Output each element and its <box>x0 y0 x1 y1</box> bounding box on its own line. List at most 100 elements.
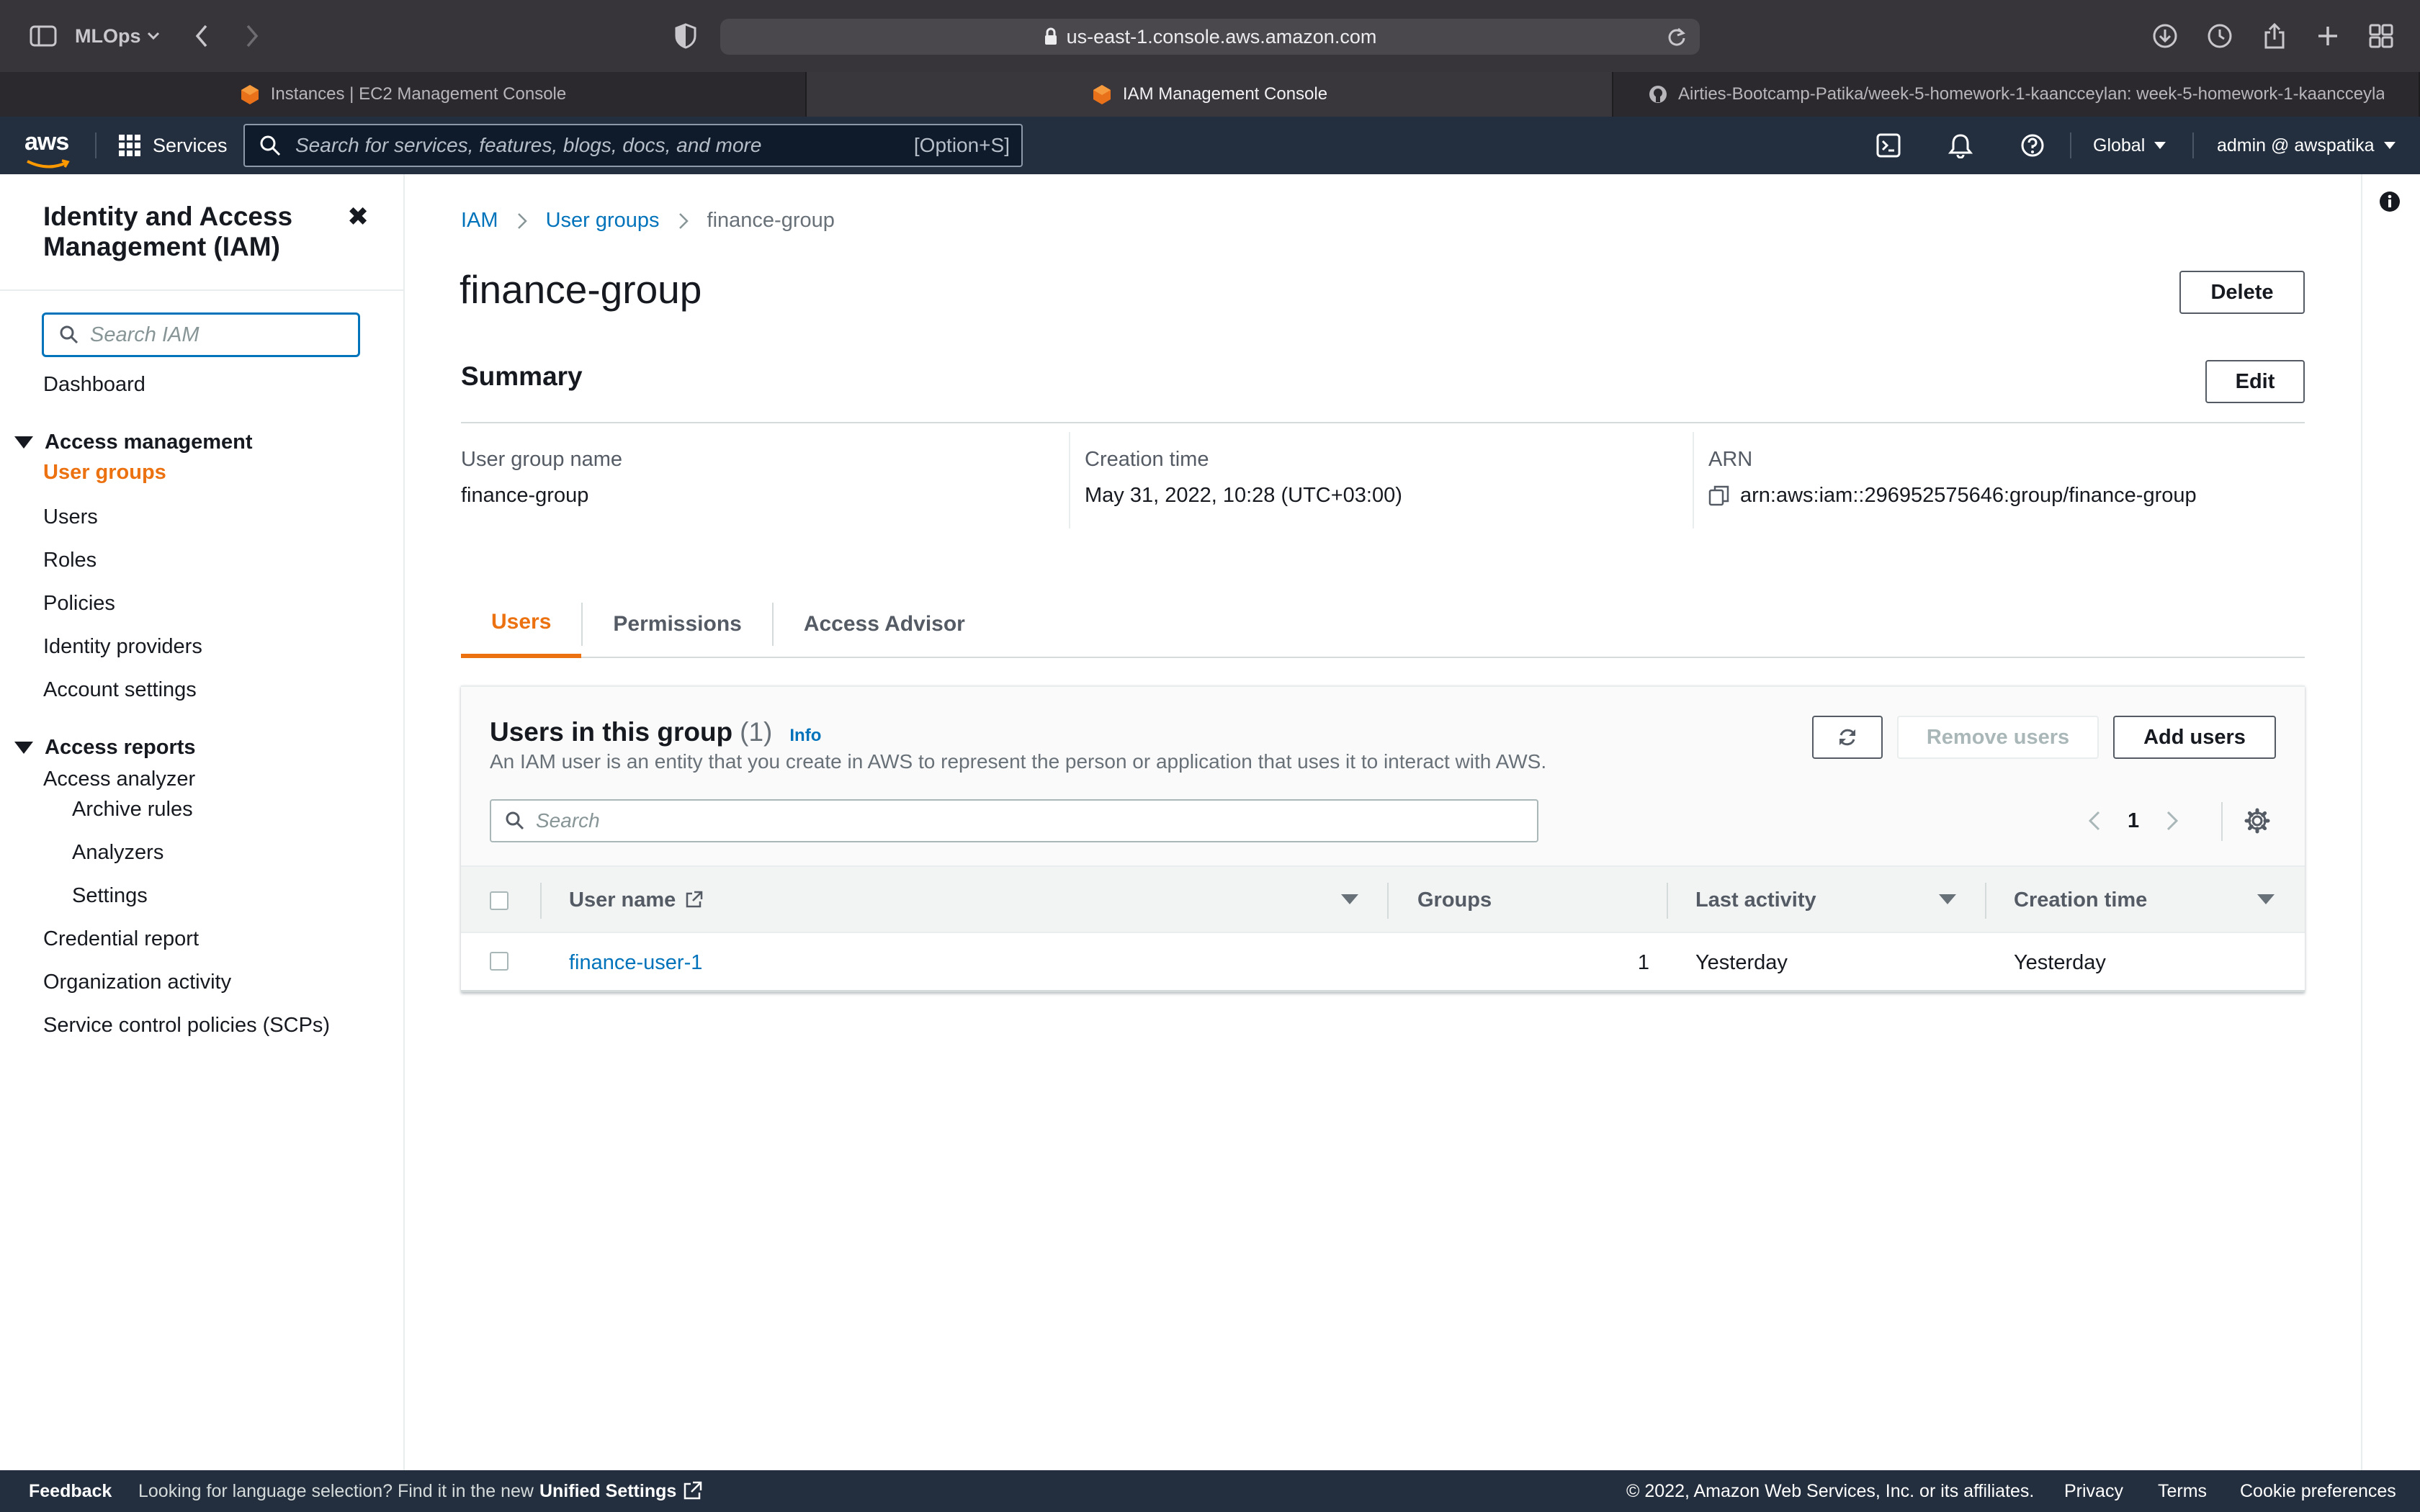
services-menu[interactable]: Services <box>118 117 228 174</box>
sidebar-search[interactable] <box>42 312 360 357</box>
unified-settings-link[interactable]: Unified Settings <box>539 1481 676 1502</box>
global-search[interactable]: [Option+S] <box>243 124 1023 167</box>
sidebar-item-access-analyzer[interactable]: Access analyzer <box>43 768 195 791</box>
sidebar-item-identity-providers[interactable]: Identity providers <box>43 635 202 659</box>
settings-gear-icon[interactable] <box>2244 808 2270 834</box>
arn-label: ARN <box>1708 448 1753 471</box>
tab-overview-icon[interactable] <box>2365 20 2397 52</box>
sidebar-section-access-management[interactable]: Access management <box>14 431 253 454</box>
page-number[interactable]: 1 <box>2128 809 2139 833</box>
sidebar-item-analyzer-settings[interactable]: Settings <box>72 884 148 908</box>
panel-header: Users in this group (1) Info An IAM user… <box>461 687 2305 865</box>
expand-caret-icon <box>14 742 33 754</box>
breadcrumb-user-groups[interactable]: User groups <box>546 209 660 233</box>
sidebar-item-user-groups[interactable]: User groups <box>43 461 166 485</box>
sidebar-section-access-reports[interactable]: Access reports <box>14 736 196 760</box>
table-search[interactable] <box>490 799 1538 842</box>
column-header-creation-time[interactable]: Creation time <box>2014 867 2147 933</box>
url-text: us-east-1.console.aws.amazon.com <box>1066 25 1377 48</box>
region-label: Global <box>2093 135 2146 156</box>
external-link-icon <box>684 891 703 909</box>
pager-divider <box>2221 802 2223 841</box>
reload-icon[interactable] <box>1667 27 1687 47</box>
chevron-down-icon <box>147 32 160 40</box>
column-header-last-activity[interactable]: Last activity <box>1695 867 1816 933</box>
browser-tab-iam[interactable]: IAM Management Console <box>807 72 1613 117</box>
lock-icon <box>1044 27 1058 46</box>
group-name-text: finance-group <box>461 484 589 507</box>
column-label: User name <box>569 888 676 912</box>
creation-time-label: Creation time <box>1085 448 1209 471</box>
sidebar-item-archive-rules[interactable]: Archive rules <box>72 798 193 822</box>
sidebar-item-users[interactable]: Users <box>43 505 98 529</box>
cookie-preferences-link[interactable]: Cookie preferences <box>2240 1470 2396 1512</box>
column-divider <box>1985 883 1986 919</box>
column-header-user-name[interactable]: User name <box>569 867 703 933</box>
refresh-button[interactable] <box>1812 716 1883 759</box>
column-header-groups[interactable]: Groups <box>1417 867 1492 933</box>
sidebar-item-account-settings[interactable]: Account settings <box>43 678 197 702</box>
tab-users[interactable]: Users <box>461 590 582 658</box>
browser-tab-title: IAM Management Console <box>1122 84 1328 104</box>
pagination: 1 <box>2089 799 2179 842</box>
cloudshell-icon[interactable] <box>1873 130 1904 161</box>
browser-tab-strip: Instances | EC2 Management Console IAM M… <box>0 72 2420 117</box>
next-page-icon[interactable] <box>2166 811 2179 831</box>
sidebar-item-dashboard[interactable]: Dashboard <box>43 373 145 397</box>
aws-favicon-icon <box>239 84 261 105</box>
address-bar[interactable]: us-east-1.console.aws.amazon.com <box>720 19 1700 55</box>
search-shortcut: [Option+S] <box>913 134 1010 156</box>
sort-caret-icon[interactable] <box>1341 894 1358 904</box>
sidebar-item-analyzers[interactable]: Analyzers <box>72 841 163 865</box>
forward-icon[interactable] <box>236 20 268 52</box>
region-selector[interactable]: Global <box>2093 117 2166 174</box>
remove-users-button[interactable]: Remove users <box>1897 716 2099 759</box>
help-icon[interactable] <box>2017 130 2048 161</box>
section-label: Access management <box>45 431 253 454</box>
user-link[interactable]: finance-user-1 <box>569 951 702 975</box>
account-menu[interactable]: admin @ awspatika <box>2217 117 2396 174</box>
copy-icon[interactable] <box>1708 485 1730 508</box>
back-icon[interactable] <box>186 20 218 52</box>
browser-tab-ec2[interactable]: Instances | EC2 Management Console <box>0 72 807 117</box>
global-search-input[interactable] <box>294 133 914 158</box>
feedback-link[interactable]: Feedback <box>29 1470 112 1512</box>
select-all-checkbox[interactable] <box>490 891 508 910</box>
add-users-button[interactable]: Add users <box>2113 716 2276 759</box>
share-icon[interactable] <box>2259 20 2290 52</box>
notifications-bell-icon[interactable] <box>1945 130 1976 161</box>
row-checkbox[interactable] <box>490 952 508 971</box>
history-icon[interactable] <box>2204 20 2236 52</box>
close-icon[interactable]: ✖ <box>347 202 369 232</box>
sidebar-item-policies[interactable]: Policies <box>43 592 115 616</box>
table-search-input[interactable] <box>534 809 1471 833</box>
prev-page-icon[interactable] <box>2089 811 2100 831</box>
sidebar-search-input[interactable] <box>89 322 333 348</box>
aws-top-nav: aws Services [Option+S] Global admin @ a… <box>0 117 2420 174</box>
downloads-icon[interactable] <box>2149 20 2181 52</box>
privacy-shield-icon[interactable] <box>670 20 702 52</box>
sidebar-toggle-icon[interactable] <box>27 20 59 52</box>
column-divider <box>540 883 542 919</box>
sidebar-item-roles[interactable]: Roles <box>43 549 97 572</box>
search-icon <box>506 811 524 830</box>
sort-caret-icon[interactable] <box>2257 894 2275 904</box>
profile-menu[interactable]: MLOps <box>75 22 160 50</box>
tab-access-advisor[interactable]: Access Advisor <box>774 590 995 658</box>
new-tab-icon[interactable] <box>2312 20 2344 52</box>
privacy-link[interactable]: Privacy <box>2064 1470 2123 1512</box>
refresh-icon <box>1837 726 1858 748</box>
sidebar-item-scps[interactable]: Service control policies (SCPs) <box>43 1014 330 1038</box>
terms-link[interactable]: Terms <box>2158 1470 2207 1512</box>
edit-button[interactable]: Edit <box>2205 360 2305 403</box>
sidebar-item-credential-report[interactable]: Credential report <box>43 927 199 951</box>
browser-tab-github[interactable]: Airties-Bootcamp-Patika/week-5-homework-… <box>1613 72 2420 117</box>
sidebar-item-organization-activity[interactable]: Organization activity <box>43 971 231 994</box>
breadcrumb-iam[interactable]: IAM <box>461 209 498 233</box>
sort-caret-icon[interactable] <box>1939 894 1956 904</box>
tab-permissions[interactable]: Permissions <box>583 590 771 658</box>
aws-logo[interactable]: aws <box>24 128 70 168</box>
delete-button[interactable]: Delete <box>2179 271 2305 314</box>
info-link[interactable]: Info <box>789 726 821 746</box>
info-icon[interactable] <box>2378 190 2401 213</box>
